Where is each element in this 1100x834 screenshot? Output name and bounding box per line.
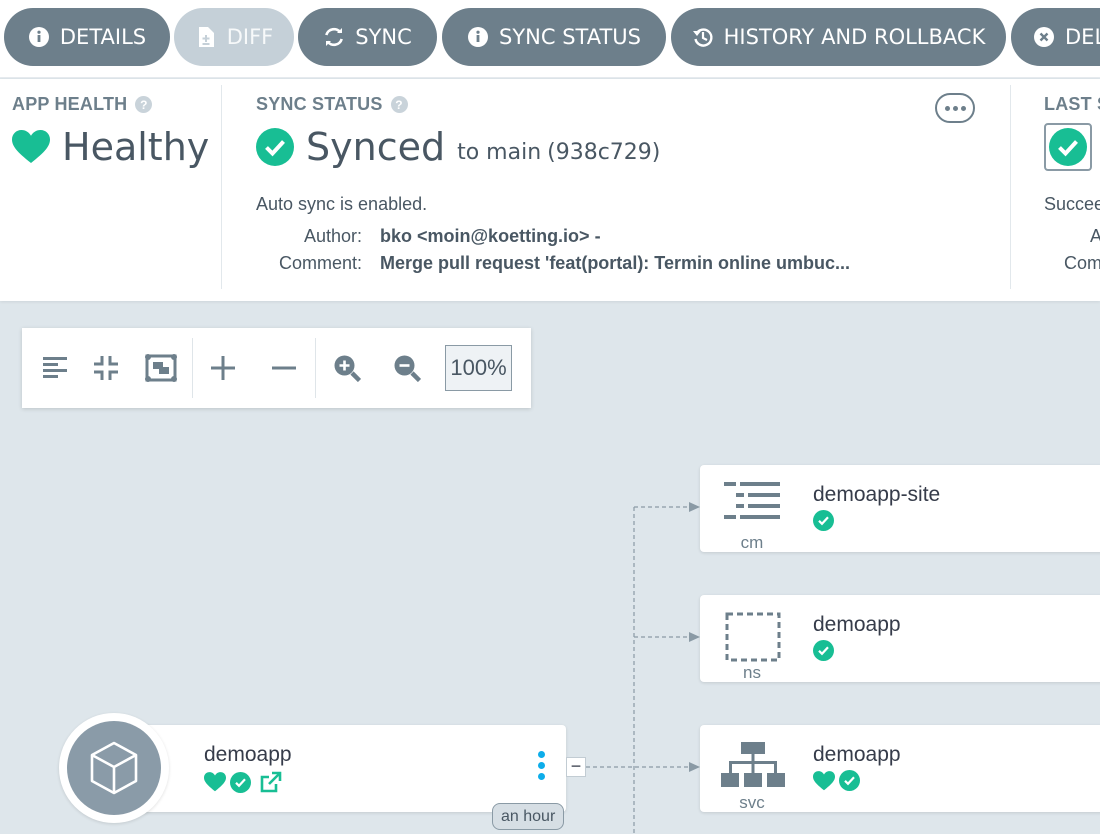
heart-icon [813, 770, 835, 790]
resource-name: demoapp [813, 613, 901, 636]
resource-kind: cm [740, 533, 764, 552]
resource-kind: svc [739, 793, 765, 812]
resource-status-icons [813, 640, 834, 661]
synced-icon [813, 640, 834, 661]
node-actions-menu[interactable] [538, 751, 545, 780]
application-name: demoapp [204, 743, 292, 766]
service-icon [721, 742, 785, 787]
resource-node-namespace[interactable]: ns demoapp [700, 595, 1100, 682]
application-age: an hour [492, 803, 565, 830]
cube-icon [90, 741, 138, 795]
collapse-toggle[interactable]: − [566, 757, 586, 777]
configmap-icon [724, 482, 780, 519]
namespace-icon [725, 612, 781, 662]
application-node[interactable]: demoapp [110, 725, 566, 812]
application-status-icons [204, 770, 283, 794]
synced-icon [839, 770, 860, 791]
synced-icon [230, 771, 251, 793]
graph-edges [586, 502, 700, 834]
external-link-icon[interactable] [259, 770, 283, 794]
resource-name: demoapp-site [813, 483, 941, 506]
resource-status-icons [813, 770, 860, 791]
heart-icon [204, 772, 226, 792]
synced-icon [813, 510, 834, 531]
kebab-icon [538, 751, 545, 758]
application-icon-badge [59, 713, 169, 823]
resource-node-configmap[interactable]: cm demoapp-site [700, 465, 1100, 552]
resource-node-service[interactable]: svc demoapp [700, 725, 1100, 812]
resource-kind: ns [743, 663, 761, 682]
resource-name: demoapp [813, 743, 901, 766]
resource-status-icons [813, 510, 834, 531]
